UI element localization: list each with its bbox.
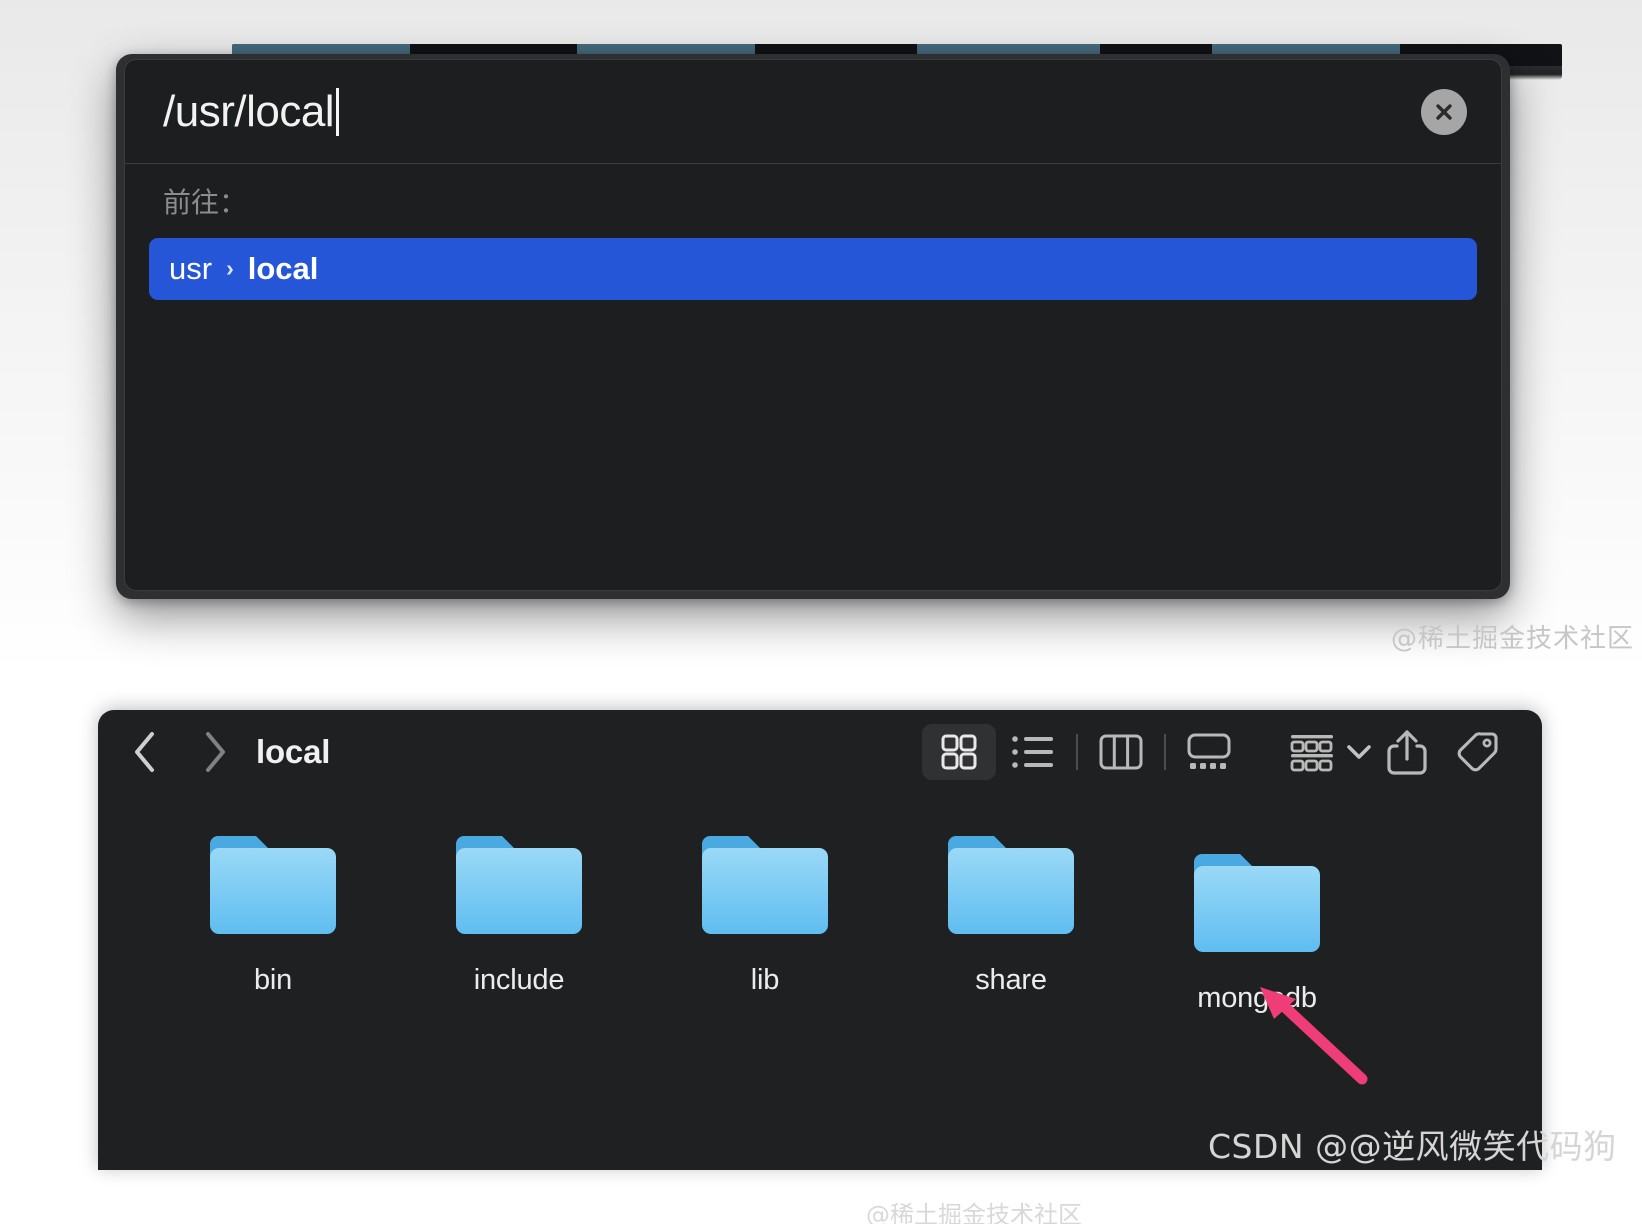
back-icon[interactable]	[128, 729, 162, 775]
juejin-watermark: @稀土掘金技术社区	[1390, 624, 1634, 654]
chevron-down-icon	[1347, 745, 1371, 759]
folder-icon	[456, 836, 582, 934]
csdn-watermark: CSDN @@逆风微笑代码狗	[1208, 1127, 1617, 1166]
file-label: bin	[253, 964, 293, 996]
group-by-button[interactable]	[1288, 731, 1372, 773]
tag-icon	[1457, 732, 1498, 772]
page-title: local	[256, 733, 331, 770]
folder-icon	[210, 836, 336, 934]
file-grid: bin include lib share mongodb	[98, 822, 1542, 1015]
column-view-button[interactable]	[1084, 724, 1158, 780]
goto-suggestion-list: 前往： usr › local	[125, 164, 1501, 590]
goto-suggestion-row[interactable]: usr › local	[149, 237, 1477, 300]
toolbar-divider-2	[1164, 734, 1166, 770]
goto-path-field[interactable]: /usr/local	[125, 60, 1501, 164]
file-item-mongodb[interactable]: mongodb	[1134, 822, 1380, 1015]
toolbar-right-group	[922, 710, 1512, 794]
nav-buttons	[128, 729, 232, 775]
file-item-share[interactable]: share	[888, 822, 1134, 1015]
columns-icon	[1099, 734, 1143, 770]
toolbar-divider	[1076, 734, 1078, 770]
gallery-icon	[1187, 733, 1231, 769]
text-caret	[336, 87, 340, 136]
file-label: include	[473, 964, 565, 996]
goto-folder-dialog: /usr/local 前往： usr › local	[124, 59, 1502, 591]
goto-path-value: /usr/local	[163, 86, 335, 136]
file-label: share	[975, 964, 1047, 996]
tags-button[interactable]	[1442, 724, 1512, 780]
file-item-bin[interactable]: bin	[150, 822, 396, 1015]
breadcrumb-leaf: local	[247, 250, 319, 286]
screenshot-root: /usr/local 前往： usr › local @稀土掘金技术社区 loc…	[0, 0, 1642, 1224]
folder-icon	[702, 836, 828, 934]
file-label: mongodb	[1197, 982, 1317, 1014]
file-item-lib[interactable]: lib	[642, 822, 888, 1015]
group-by-icon	[1290, 735, 1333, 772]
goto-path-text: /usr/local	[163, 86, 340, 136]
icon-view-button[interactable]	[922, 724, 996, 780]
finder-toolbar: local	[98, 710, 1542, 794]
list-view-button[interactable]	[996, 724, 1070, 780]
list-icon	[1012, 736, 1053, 768]
view-mode-group	[922, 724, 1246, 780]
file-label: lib	[750, 964, 780, 996]
breadcrumb-parent: usr	[169, 250, 213, 286]
share-icon	[1387, 730, 1427, 775]
juejin-watermark-bottom: @稀土掘金技术社区	[866, 1201, 1082, 1224]
forward-icon[interactable]	[198, 729, 232, 775]
goto-section-label: 前往：	[163, 187, 248, 218]
chevron-right-icon: ›	[226, 255, 234, 282]
gallery-view-button[interactable]	[1172, 724, 1246, 780]
folder-icon	[948, 836, 1074, 934]
finder-window: local bin include lib share mongodb	[98, 710, 1542, 1170]
share-button[interactable]	[1372, 724, 1442, 780]
clear-icon[interactable]	[1421, 88, 1467, 135]
grid-icon	[941, 734, 977, 770]
folder-icon	[1194, 854, 1320, 952]
file-item-include[interactable]: include	[396, 822, 642, 1015]
